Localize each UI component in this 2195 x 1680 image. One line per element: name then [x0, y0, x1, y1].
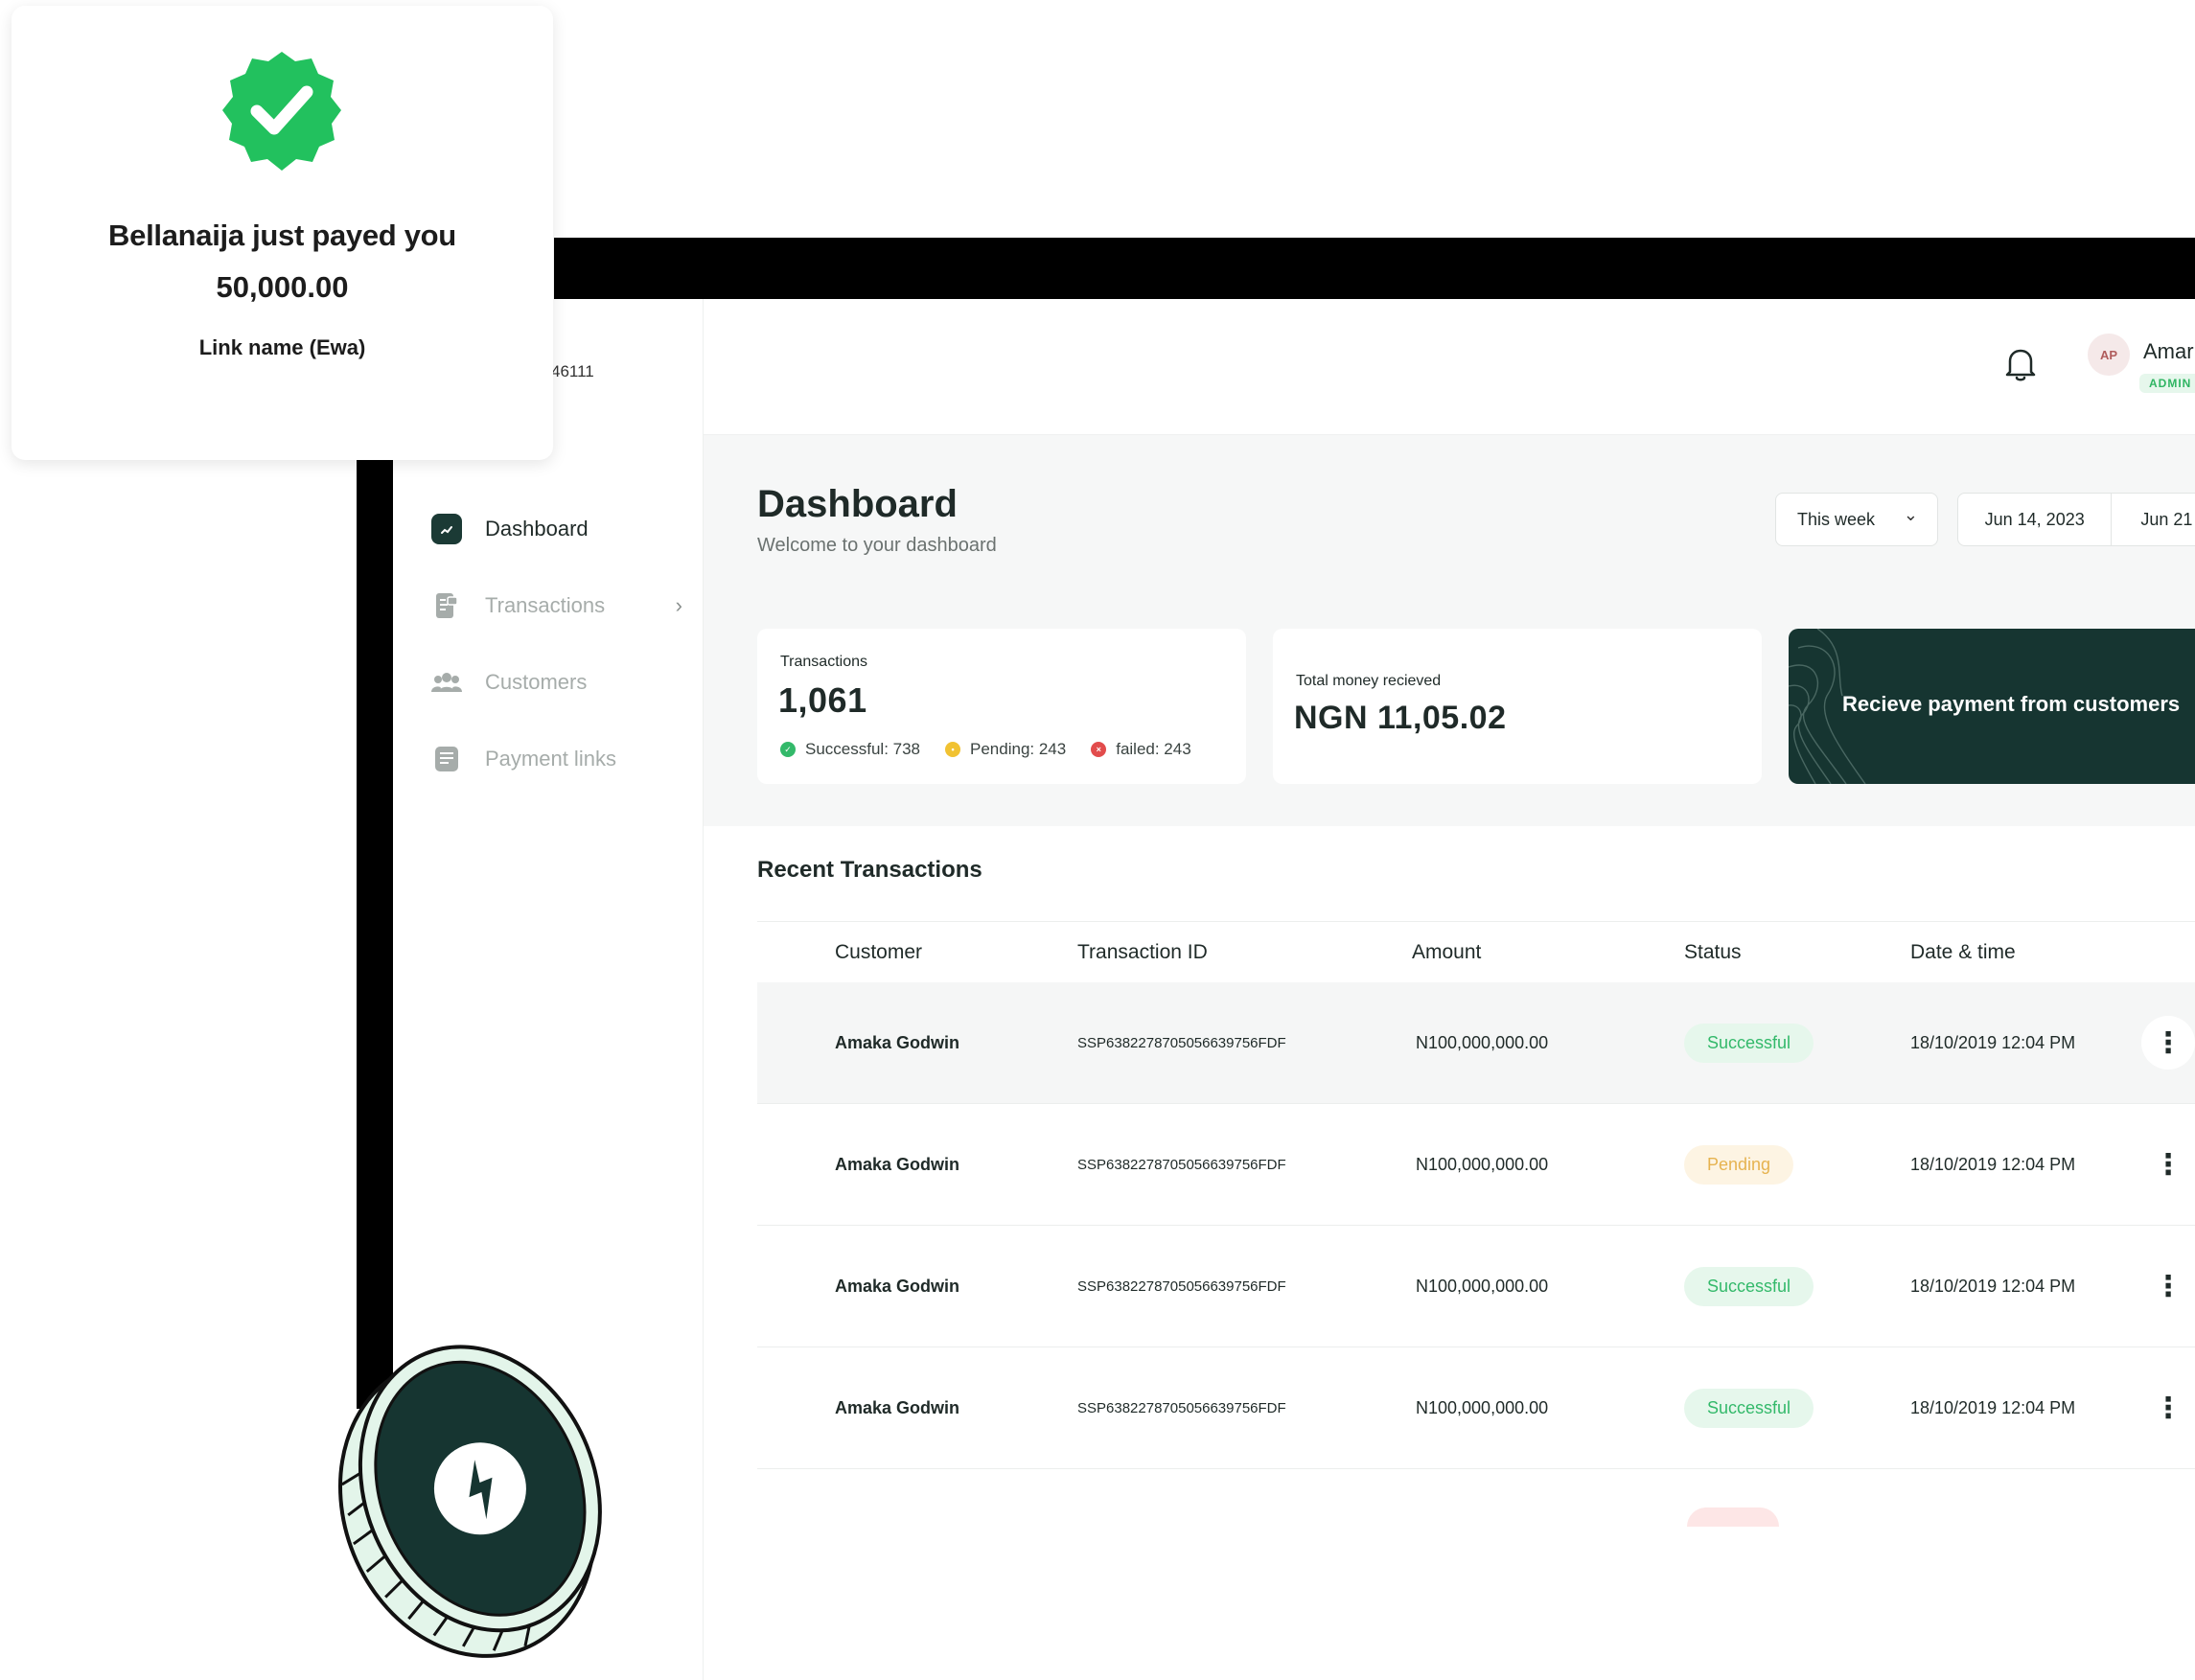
dashboard-app: 46111 Dashboard Transactions › Customers: [393, 299, 2195, 1680]
date-end[interactable]: Jun 21: [2112, 494, 2195, 545]
stat-label: Pending: 243: [970, 740, 1067, 758]
user-name: Amar: [2143, 339, 2194, 363]
stat-label: Successful: 738: [805, 740, 921, 758]
customer-name: Amaka Godwin: [835, 1155, 960, 1174]
sidebar-item-dashboard[interactable]: Dashboard: [431, 491, 682, 567]
sidebar-item-transactions[interactable]: Transactions ›: [431, 567, 682, 644]
transactions-table: Customer Transaction ID Amount Status Da…: [757, 921, 2195, 1527]
amount: N100,000,000.00: [1416, 1155, 1549, 1174]
main-content: Dashboard Welcome to your dashboard This…: [704, 435, 2195, 1680]
success-icon: ✓: [780, 742, 796, 757]
table-row[interactable]: Amaka Godwin SSP6382278705056639756FDF N…: [757, 1104, 2195, 1226]
page-subtitle: Welcome to your dashboard: [757, 535, 997, 556]
amount: N100,000,000.00: [1416, 1277, 1549, 1296]
bell-icon[interactable]: [2003, 345, 2038, 383]
payment-notification: Bellanaija just payed you 50,000.00 Link…: [12, 6, 553, 460]
status-badge-partial: [1687, 1507, 1779, 1527]
transactions-card: Transactions 1,061 ✓ Successful: 738 • P…: [757, 629, 1246, 784]
column-header-status: Status: [1684, 940, 1742, 963]
stat-pending: • Pending: 243: [945, 740, 1066, 759]
money-received-card: Total money recieved NGN 11,05.02: [1273, 629, 1762, 784]
decorative-rail: [357, 450, 393, 1409]
customer-name: Amaka Godwin: [835, 1033, 960, 1052]
card-value: NGN 11,05.02: [1294, 700, 1507, 736]
card-label: Total money recieved: [1296, 673, 1442, 689]
transaction-id: SSP6382278705056639756FDF: [1077, 1400, 1286, 1416]
table-header: Customer Transaction ID Amount Status Da…: [757, 921, 2195, 982]
document-icon: [431, 744, 462, 774]
table-row[interactable]: Amaka Godwin SSP6382278705056639756FDF N…: [757, 1347, 2195, 1469]
failed-icon: ×: [1091, 742, 1107, 757]
pending-icon: •: [945, 742, 961, 757]
status-badge: Pending: [1684, 1145, 1794, 1185]
period-value: This week: [1797, 509, 1876, 529]
account-id: 46111: [551, 362, 594, 380]
date-range-picker[interactable]: Jun 14, 2023 Jun 21: [1957, 493, 2195, 546]
status-badge: Successful: [1684, 1024, 1814, 1063]
card-value: 1,061: [778, 680, 867, 720]
notification-link-name: Link name (Ewa): [198, 335, 366, 359]
more-options-icon[interactable]: ⋮: [2141, 1016, 2195, 1070]
top-header: AP Amar ADMIN: [704, 299, 2195, 435]
period-dropdown[interactable]: This week ⌄: [1775, 493, 1938, 546]
status-badge: Successful: [1684, 1267, 1814, 1306]
more-options-icon[interactable]: ⋮: [2141, 1381, 2195, 1435]
stat-label: failed: 243: [1116, 740, 1191, 758]
avatar[interactable]: AP: [2088, 334, 2130, 376]
column-header-amount: Amount: [1412, 940, 1482, 963]
column-header-transaction-id: Transaction ID: [1077, 940, 1208, 963]
date-time: 18/10/2019 12:04 PM: [1910, 1398, 2076, 1417]
transaction-stats: ✓ Successful: 738 • Pending: 243 × faile…: [780, 740, 1216, 759]
sidebar-item-label: Transactions: [485, 593, 606, 617]
date-time: 18/10/2019 12:04 PM: [1910, 1277, 2076, 1296]
transaction-id: SSP6382278705056639756FDF: [1077, 1035, 1286, 1051]
receive-payment-card[interactable]: Recieve payment from customers: [1789, 629, 2195, 784]
chevron-down-icon: ⌄: [1903, 505, 1918, 524]
cta-label: Recieve payment from customers: [1842, 692, 2181, 716]
date-start[interactable]: Jun 14, 2023: [1958, 494, 2113, 545]
role-badge: ADMIN: [2139, 374, 2195, 393]
table-row[interactable]: Amaka Godwin SSP6382278705056639756FDF N…: [757, 1226, 2195, 1347]
sidebar-item-payment-links[interactable]: Payment links: [431, 721, 682, 797]
table-row[interactable]: Amaka Godwin SSP6382278705056639756FDF N…: [757, 982, 2195, 1104]
top-black-bar: [554, 238, 2195, 299]
stat-failed: × failed: 243: [1091, 740, 1191, 759]
overview-section: Dashboard Welcome to your dashboard This…: [704, 435, 2195, 826]
amount: N100,000,000.00: [1416, 1033, 1549, 1052]
amount: N100,000,000.00: [1416, 1398, 1549, 1417]
sidebar-item-label: Payment links: [485, 747, 616, 771]
page-title: Dashboard: [757, 483, 958, 525]
recent-transactions-title: Recent Transactions: [757, 857, 982, 883]
transaction-id: SSP6382278705056639756FDF: [1077, 1157, 1286, 1173]
more-options-icon[interactable]: ⋮: [2141, 1138, 2195, 1191]
sidebar-item-customers[interactable]: Customers: [431, 644, 682, 721]
notification-title: Bellanaija just payed you: [108, 219, 456, 252]
receipt-icon: [431, 590, 462, 621]
sidebar-item-label: Dashboard: [485, 517, 589, 541]
date-time: 18/10/2019 12:04 PM: [1910, 1033, 2076, 1052]
stat-successful: ✓ Successful: 738: [780, 740, 920, 759]
table-row-partial: [757, 1469, 2195, 1527]
status-badge: Successful: [1684, 1389, 1814, 1428]
verified-badge-icon: [222, 52, 341, 171]
column-header-customer: Customer: [835, 940, 923, 963]
coin-illustration: [337, 1345, 602, 1658]
customer-name: Amaka Godwin: [835, 1277, 960, 1296]
chevron-right-icon: ›: [675, 593, 682, 617]
card-label: Transactions: [780, 654, 867, 670]
users-icon: [431, 667, 462, 698]
sidebar-item-label: Customers: [485, 670, 588, 694]
column-header-date: Date & time: [1910, 940, 2016, 963]
notification-amount: 50,000.00: [216, 270, 349, 304]
date-time: 18/10/2019 12:04 PM: [1910, 1155, 2076, 1174]
sidebar-nav: Dashboard Transactions › Customers Payme…: [431, 491, 682, 797]
more-options-icon[interactable]: ⋮: [2141, 1259, 2195, 1313]
transaction-id: SSP6382278705056639756FDF: [1077, 1278, 1286, 1295]
customer-name: Amaka Godwin: [835, 1398, 960, 1417]
dashboard-icon: [431, 514, 462, 544]
